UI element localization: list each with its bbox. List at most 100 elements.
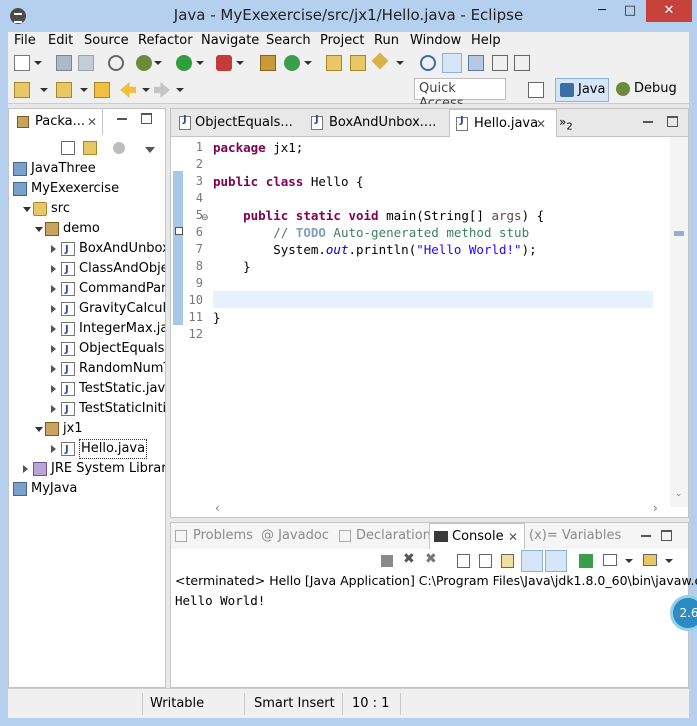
- tree-item[interactable]: CommandPara: [9, 279, 165, 300]
- last-edit-location-icon[interactable]: [94, 82, 110, 98]
- show-whitespace-icon[interactable]: [492, 55, 508, 71]
- maximize-button[interactable]: □: [616, 0, 644, 22]
- scroll-left-icon[interactable]: ‹: [215, 501, 220, 515]
- menu-run[interactable]: Run: [374, 33, 399, 48]
- pin-console-icon[interactable]: [579, 554, 593, 568]
- scroll-down-icon[interactable]: ⌄: [675, 489, 683, 499]
- expanded-icon[interactable]: [23, 207, 31, 212]
- menu-project[interactable]: Project: [320, 33, 364, 48]
- collapsed-icon[interactable]: [23, 465, 28, 473]
- debug-dropdown-arrow-icon[interactable]: [154, 61, 162, 65]
- quick-access-input[interactable]: Quick Access: [414, 78, 506, 111]
- collapsed-icon[interactable]: [51, 245, 56, 253]
- close-icon[interactable]: ✕: [87, 115, 97, 129]
- next-annotation-icon[interactable]: [14, 82, 30, 98]
- remove-launch-icon[interactable]: ✖: [403, 551, 415, 567]
- editor-tab-hello[interactable]: Hello.java ✕: [449, 109, 557, 137]
- focus-icon[interactable]: [113, 142, 125, 154]
- tab-console[interactable]: Console ✕: [429, 523, 525, 549]
- word-wrap-icon[interactable]: [501, 554, 514, 568]
- tree-item[interactable]: demo: [9, 219, 165, 239]
- new-dropdown-arrow-icon[interactable]: [34, 61, 42, 65]
- collapsed-icon[interactable]: [51, 385, 56, 393]
- new-java-package-icon[interactable]: [260, 55, 276, 71]
- debug-icon[interactable]: [136, 55, 152, 71]
- open-type-icon[interactable]: [326, 55, 342, 71]
- menu-edit[interactable]: Edit: [48, 33, 73, 48]
- collapsed-icon[interactable]: [51, 365, 56, 373]
- save-icon[interactable]: [56, 55, 72, 71]
- menu-navigate[interactable]: Navigate: [201, 33, 259, 48]
- java-perspective-button[interactable]: Java: [555, 78, 609, 102]
- previous-annotation-dropdown-arrow-icon[interactable]: [80, 88, 88, 92]
- external-tools-icon[interactable]: [216, 55, 232, 71]
- back-icon[interactable]: [120, 82, 136, 98]
- tab-declaration[interactable]: Declaration: [356, 528, 431, 543]
- menu-help[interactable]: Help: [471, 33, 501, 48]
- console-output[interactable]: Hello World!: [175, 593, 265, 608]
- tree-item[interactable]: BoxAndUnbox: [9, 239, 165, 260]
- next-annotation-dropdown-arrow-icon[interactable]: [40, 88, 48, 92]
- view-menu-icon[interactable]: [145, 147, 155, 153]
- tab-variables[interactable]: (x)= Variables: [529, 528, 621, 543]
- tree-item[interactable]: ObjectEquals.j: [9, 339, 165, 360]
- terminate-icon[interactable]: [381, 555, 393, 567]
- chevron-down-icon[interactable]: [665, 559, 673, 563]
- close-button[interactable]: ✕: [646, 0, 692, 22]
- maximize-view-icon[interactable]: [141, 113, 152, 124]
- minimize-view-icon[interactable]: [643, 121, 653, 123]
- editor-horizontal-scrollbar[interactable]: ‹ ›: [213, 501, 668, 517]
- menu-refactor[interactable]: Refactor: [138, 33, 193, 48]
- collapse-all-icon[interactable]: [61, 141, 75, 155]
- collapsed-icon[interactable]: [51, 445, 56, 453]
- paragraph-icon[interactable]: [514, 55, 530, 71]
- menu-search[interactable]: Search: [266, 33, 311, 48]
- collapsed-icon[interactable]: [51, 345, 56, 353]
- close-icon[interactable]: ✕: [508, 530, 518, 544]
- tree-item[interactable]: jx1: [9, 419, 165, 439]
- tree-item[interactable]: IntegerMax.ja: [9, 319, 165, 340]
- debug-perspective-button[interactable]: Debug: [612, 78, 682, 102]
- minimize-button[interactable]: ─: [588, 0, 616, 22]
- clear-console-icon[interactable]: [457, 554, 470, 568]
- package-explorer-tab[interactable]: Packa... ✕: [9, 109, 103, 135]
- tree-item[interactable]: JavaThree: [9, 159, 165, 179]
- new-class-dropdown-arrow-icon[interactable]: [304, 61, 312, 65]
- scroll-right-icon[interactable]: ›: [653, 501, 658, 515]
- editor-tab-boxandunbox[interactable]: BoxAndUnbox....: [309, 109, 449, 137]
- collapsed-icon[interactable]: [51, 305, 56, 313]
- link-with-editor-icon[interactable]: [83, 141, 97, 155]
- menu-source[interactable]: Source: [84, 33, 129, 48]
- expanded-icon[interactable]: [35, 427, 43, 432]
- tree-item[interactable]: MyJava: [9, 479, 165, 499]
- new-java-class-icon[interactable]: [284, 55, 300, 71]
- previous-annotation-icon[interactable]: [56, 82, 72, 98]
- tree-item[interactable]: TestStatic.java: [9, 379, 165, 400]
- tree-item[interactable]: ClassAndObje: [9, 259, 165, 280]
- overview-ruler-marker[interactable]: [674, 231, 684, 236]
- tab-javadoc[interactable]: @ Javadoc: [261, 528, 329, 543]
- tab-problems[interactable]: Problems: [193, 528, 253, 543]
- show-console-on-output-icon[interactable]: [521, 550, 543, 572]
- tree-item[interactable]: MyExexercise: [9, 179, 165, 199]
- save-all-icon[interactable]: [78, 55, 94, 71]
- editor-tab-objectequals[interactable]: ObjectEquals...: [171, 109, 307, 137]
- minimize-view-icon[interactable]: [117, 118, 127, 120]
- collapsed-icon[interactable]: [51, 265, 56, 273]
- tree-item[interactable]: GravityCalcula: [9, 299, 165, 320]
- forward-dropdown-arrow-icon[interactable]: [176, 88, 184, 92]
- tree-item[interactable]: JRE System Library [: [9, 459, 165, 479]
- editor-tab-overflow[interactable]: »2: [559, 115, 573, 132]
- block-selection-icon[interactable]: [468, 55, 484, 71]
- external-tools-dropdown-arrow-icon[interactable]: [236, 61, 244, 65]
- search-icon[interactable]: [371, 52, 389, 70]
- maximize-view-icon[interactable]: [667, 116, 678, 127]
- tree-item[interactable]: RandomNumT: [9, 359, 165, 380]
- tree-item[interactable]: Hello.java: [9, 439, 165, 460]
- tree-item[interactable]: src: [9, 199, 165, 219]
- maximize-view-icon[interactable]: [661, 530, 672, 541]
- open-console-icon[interactable]: [643, 554, 657, 566]
- run-dropdown-arrow-icon[interactable]: [196, 61, 204, 65]
- search-dropdown-arrow-icon[interactable]: [396, 61, 404, 65]
- editor-vertical-scrollbar[interactable]: ⌄: [670, 137, 688, 507]
